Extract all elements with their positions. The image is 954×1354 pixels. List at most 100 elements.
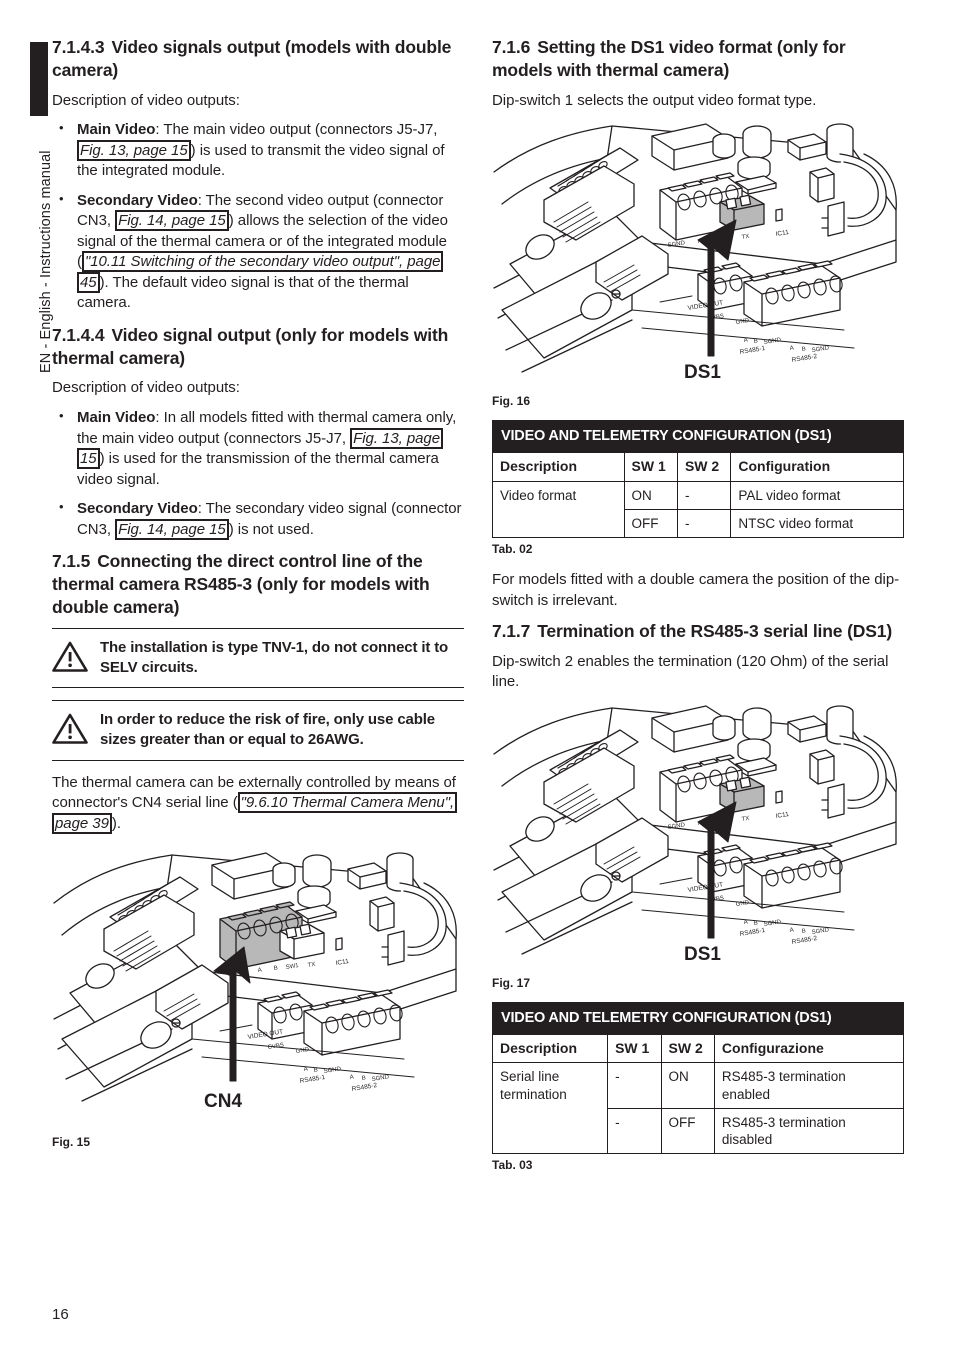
- heading-number: 7.1.6: [492, 37, 531, 57]
- heading-title: Video signals output (models with double…: [52, 37, 452, 80]
- heading-title: Video signal output (only for models wit…: [52, 324, 449, 368]
- left-column: 7.1.4.3 Video signals output (models with…: [52, 36, 464, 1161]
- silk-sgnd2: SGND: [763, 337, 782, 346]
- list-item: Secondary Video: The second video output…: [52, 190, 464, 314]
- silk-sgnd2: SGND: [763, 919, 782, 928]
- col-header-configuration: Configuration: [730, 451, 904, 482]
- figure-17: SGND A B TX IC11 VIDEO OUT CVBS GND A B …: [492, 702, 904, 990]
- bullet-list-7-1-4-3: Main Video: The main video output (conne…: [52, 119, 464, 314]
- table-title: VIDEO AND TELEMETRY CONFIGURATION (DS1): [492, 1001, 904, 1035]
- silk-tx: TX: [741, 816, 750, 823]
- list-item: Main Video: In all models fitted with th…: [52, 407, 464, 490]
- bullet-label: Main Video: [77, 409, 156, 427]
- intro-7-1-4-3: Description of video outputs:: [52, 91, 240, 109]
- paragraph-after-table-02: For models fitted with a double camera t…: [492, 571, 900, 609]
- bullet-label: Secondary Video: [77, 500, 198, 518]
- heading-7-1-7: 7.1.7 Termination of the RS485-3 serial l…: [492, 620, 904, 643]
- pcb-illustration-ds1-termination: SGND A B TX IC11 VIDEO OUT CVBS GND A B …: [493, 705, 897, 965]
- intro-7-1-4-4: Description of video outputs:: [52, 379, 240, 397]
- silk-gnd: GND: [735, 900, 750, 908]
- list-item: Main Video: The main video output (conne…: [52, 119, 464, 182]
- silk-cvbs: CVBS: [707, 314, 724, 322]
- figure-15: SGND A B SW1 TX IC11 VIDEO OUT CVBS GND …: [52, 843, 464, 1149]
- cell-description: Serial line termination: [491, 1062, 609, 1155]
- silk-gnd: GND: [295, 1047, 310, 1055]
- figure-callout-ds1: DS1: [684, 944, 721, 965]
- heading-number: 7.1.5: [52, 551, 91, 572]
- bullet-text-3: ). The default video signal is that of t…: [77, 273, 409, 312]
- paragraph-post: ).: [111, 814, 121, 832]
- col-header-description: Description: [491, 1033, 609, 1064]
- silk-tx: TX: [741, 234, 750, 241]
- silk-pin-b2: B: [753, 920, 758, 927]
- cross-reference-link[interactable]: Fig. 14, page 15: [115, 518, 229, 540]
- figure-callout-ds1: DS1: [684, 362, 721, 383]
- col-header-sw1: SW 1: [623, 451, 678, 482]
- heading-title: Connecting the direct control line of th…: [52, 551, 430, 617]
- heading-7-1-4-4: 7.1.4.4 Video signal output (only for mod…: [52, 324, 464, 370]
- warning-box-fire: In order to reduce the risk of fire, onl…: [52, 700, 464, 761]
- warning-triangle-icon: [52, 638, 88, 677]
- table-title-row: VIDEO AND TELEMETRY CONFIGURATION (DS1): [492, 1001, 904, 1035]
- warning-box-tnv1: The installation is type TNV-1, do not c…: [52, 627, 464, 689]
- silk-pin-a3: A: [789, 345, 794, 352]
- warning-text: The installation is type TNV-1, do not c…: [100, 638, 449, 676]
- heading-title: Setting the DS1 video format (only for m…: [492, 37, 846, 80]
- table-03-video-telemetry-config: VIDEO AND TELEMETRY CONFIGURATION (DS1) …: [491, 1001, 905, 1155]
- paragraph-7-1-5: The thermal camera can be externally con…: [52, 773, 464, 835]
- side-tab: EN - English - Instructions manual: [0, 0, 54, 1354]
- silk-cvbs: CVBS: [267, 1043, 284, 1051]
- cell-configuration: NTSC video format: [730, 508, 904, 539]
- heading-number: 7.1.7: [492, 621, 531, 642]
- paragraph-7-1-6: Dip-switch 1 selects the output video fo…: [492, 91, 817, 109]
- table-caption-03: Tab. 03: [492, 1158, 533, 1173]
- col-header-description: Description: [492, 451, 625, 482]
- cell-sw1: OFF: [623, 508, 678, 539]
- page-number: 16: [52, 1306, 69, 1323]
- cell-sw2: OFF: [660, 1107, 715, 1155]
- table-row: Serial line termination - ON RS485-3 ter…: [491, 1062, 905, 1155]
- table-caption-02: Tab. 02: [492, 542, 533, 557]
- silk-video-out: VIDEO OUT: [687, 881, 723, 894]
- bullet-text-1: : The main video output (connectors J5-J…: [155, 121, 438, 139]
- heading-title: Termination of the RS485-3 serial line (…: [537, 621, 893, 642]
- heading-7-1-6: 7.1.6 Setting the DS1 video format (only …: [492, 36, 904, 82]
- table-title: VIDEO AND TELEMETRY CONFIGURATION (DS1): [492, 420, 904, 453]
- silk-rs485-1: RS485-1: [299, 1074, 326, 1085]
- figure-caption-16: Fig. 16: [492, 394, 531, 409]
- silk-cvbs: CVBS: [707, 895, 724, 903]
- warning-text: In order to reduce the risk of fire, onl…: [100, 711, 435, 749]
- bullet-label: Secondary Video: [77, 191, 198, 209]
- cell-sw1: -: [607, 1062, 662, 1109]
- bullet-label: Main Video: [77, 121, 156, 139]
- bullet-text-2: ) is used for the transmission of the th…: [77, 450, 439, 488]
- col-header-configurazione: Configurazione: [713, 1033, 905, 1064]
- list-item: Secondary Video: The secondary video sig…: [52, 498, 464, 540]
- cell-configuration: PAL video format: [730, 480, 904, 510]
- cell-sw2: -: [676, 508, 732, 539]
- silk-pin-b3: B: [801, 928, 806, 935]
- heading-7-1-4-3: 7.1.4.3 Video signals output (models with…: [52, 36, 464, 82]
- right-column: 7.1.6 Setting the DS1 video format (only …: [491, 36, 905, 1186]
- pcb-illustration-ds1-format: SGND A B TX IC11 VIDEO OUT CVBS GND A B …: [493, 123, 897, 383]
- cross-reference-link[interactable]: Fig. 13, page 15: [77, 139, 191, 161]
- cell-description: Video format: [492, 480, 625, 539]
- cell-sw1: ON: [623, 480, 678, 510]
- figure-16: SGND A B TX IC11 VIDEO OUT CVBS GND A B …: [492, 120, 904, 408]
- table-header-row: Description SW 1 SW 2 Configuration: [492, 451, 904, 482]
- silk-rs485-2: RS485-2: [791, 353, 818, 364]
- silk-gnd: GND: [735, 318, 750, 326]
- silk-pin-a3: A: [349, 1075, 354, 1082]
- bullet-list-7-1-4-4: Main Video: In all models fitted with th…: [52, 407, 464, 540]
- figure-callout-cn4: CN4: [204, 1091, 242, 1112]
- silk-video-out: VIDEO OUT: [247, 1029, 283, 1042]
- paragraph-7-1-7: Dip-switch 2 enables the termination (12…: [492, 652, 889, 691]
- silk-tx: TX: [307, 962, 316, 969]
- cell-sw2: -: [676, 480, 732, 510]
- col-header-sw2: SW 2: [676, 451, 732, 482]
- silk-pin-b2: B: [753, 338, 758, 345]
- silk-sgnd2: SGND: [323, 1066, 342, 1075]
- cross-reference-link[interactable]: Fig. 14, page 15: [115, 210, 229, 232]
- warning-triangle-icon: [52, 710, 88, 749]
- figure-caption-15: Fig. 15: [52, 1135, 91, 1150]
